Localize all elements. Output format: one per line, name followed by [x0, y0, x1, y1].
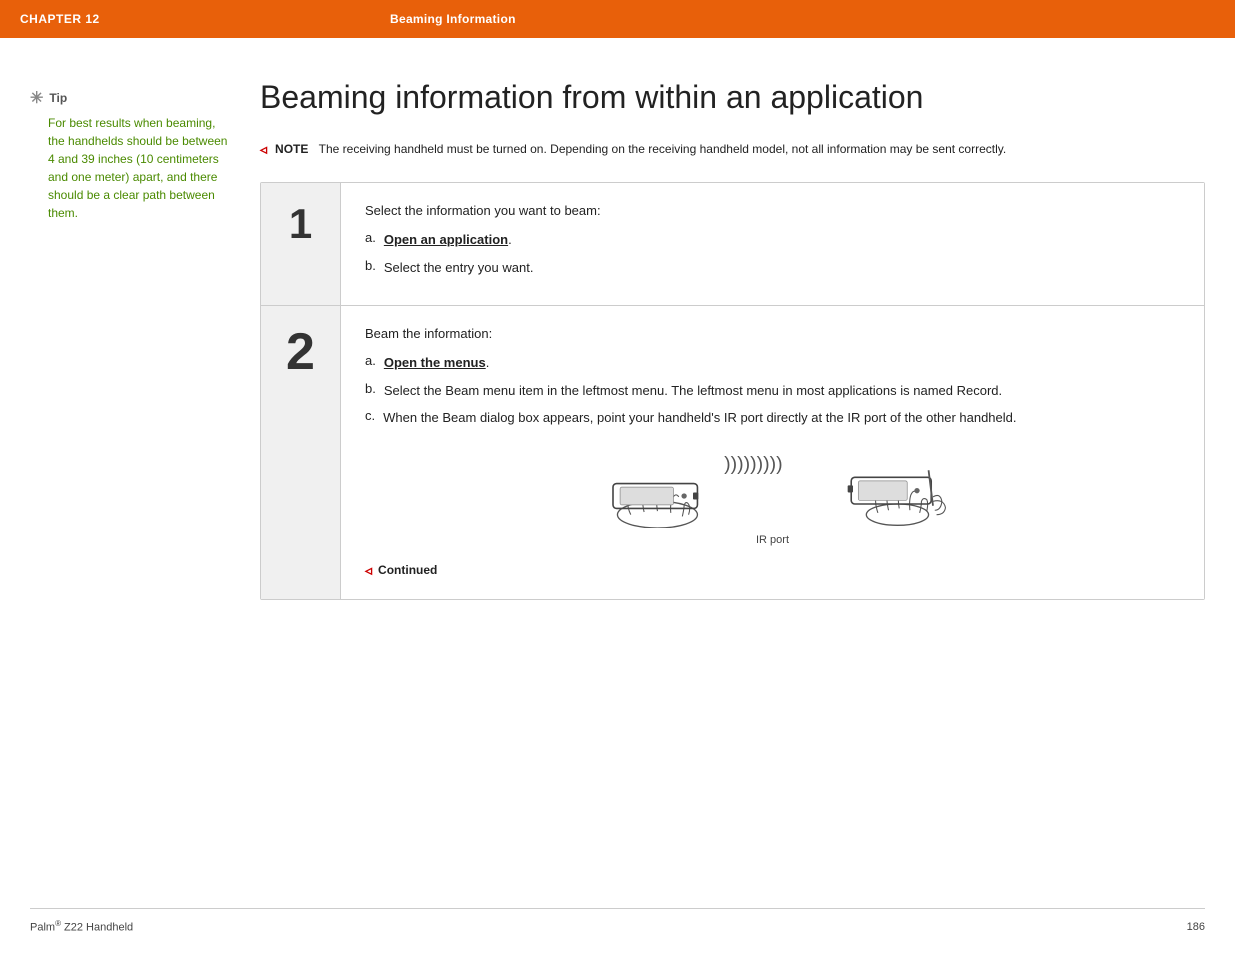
step-2-main-text: Beam the information:: [365, 326, 1180, 341]
page-heading: Beaming information from within an appli…: [260, 78, 1205, 116]
open-application-link[interactable]: Open an application: [384, 232, 508, 247]
continued-note: ◃ Continued: [365, 562, 1180, 579]
step-1-number: 1: [261, 183, 341, 305]
tip-container: ✳ Tip For best results when beaming, the…: [30, 88, 230, 222]
note-label: NOTE: [275, 142, 308, 156]
header-bar: CHAPTER 12 Beaming Information: [0, 0, 1235, 38]
footer: Palm® Z22 Handheld 186: [30, 908, 1205, 934]
step-2-content: Beam the information: a. Open the menus.…: [341, 306, 1204, 599]
continued-text: Continued: [378, 563, 437, 577]
step-1-text-b: Select the entry you want.: [384, 258, 534, 278]
note-content: NOTE The receiving handheld must be turn…: [275, 140, 1006, 158]
step-2-sub-b: b. Select the Beam menu item in the left…: [365, 381, 1180, 401]
step-1-text-a: Open an application.: [384, 230, 512, 250]
continued-icon: ◃: [365, 562, 372, 579]
header-section-title: Beaming Information: [390, 12, 516, 26]
steps-container: 1 Select the information you want to bea…: [260, 182, 1205, 600]
step-1-sub-b: b. Select the entry you want.: [365, 258, 1180, 278]
step-1-label-a: a.: [365, 230, 376, 245]
step-1: 1 Select the information you want to bea…: [261, 183, 1204, 306]
note-text: The receiving handheld must be turned on…: [312, 142, 1006, 156]
note-box: ◃ NOTE The receiving handheld must be tu…: [260, 140, 1205, 158]
main-layout: ✳ Tip For best results when beaming, the…: [0, 38, 1235, 660]
step-2: 2 Beam the information: a. Open the menu…: [261, 306, 1204, 599]
ir-drawing: ))))))))): [583, 448, 963, 528]
sidebar: ✳ Tip For best results when beaming, the…: [30, 78, 230, 600]
ir-illustration: ))))))))): [365, 448, 1180, 546]
step-2-label-a: a.: [365, 353, 376, 368]
content-area: Beaming information from within an appli…: [230, 78, 1205, 600]
registered-mark: ®: [55, 919, 61, 928]
step-2-sub-a: a. Open the menus.: [365, 353, 1180, 373]
svg-text:))))))))): ))))))))): [724, 453, 783, 475]
handheld-beaming-svg: ))))))))): [583, 448, 963, 528]
step-2-num-text: 2: [286, 326, 315, 378]
tip-header: ✳ Tip: [30, 88, 230, 108]
tip-asterisk-icon: ✳: [30, 88, 43, 108]
tip-label: Tip: [49, 91, 67, 105]
step-1-label-b: b.: [365, 258, 376, 273]
ir-label: IR port: [756, 534, 789, 546]
note-icon: ◃: [260, 141, 267, 158]
step-2-text-c: When the Beam dialog box appears, point …: [383, 408, 1016, 428]
open-menus-link[interactable]: Open the menus: [384, 355, 486, 370]
step-2-sub-c: c. When the Beam dialog box appears, poi…: [365, 408, 1180, 428]
step-1-content: Select the information you want to beam:…: [341, 183, 1204, 305]
step-2-text-b: Select the Beam menu item in the leftmos…: [384, 381, 1002, 401]
step-2-number: 2: [261, 306, 341, 599]
tip-text: For best results when beaming, the handh…: [30, 114, 230, 222]
step-2-label-b: b.: [365, 381, 376, 396]
step-2-label-c: c.: [365, 408, 375, 423]
step-1-main-text: Select the information you want to beam:: [365, 203, 1180, 218]
step-1-sub-a: a. Open an application.: [365, 230, 1180, 250]
header-chapter: CHAPTER 12: [20, 12, 390, 26]
step-2-text-a: Open the menus.: [384, 353, 489, 373]
footer-left: Palm® Z22 Handheld: [30, 919, 133, 934]
step-1-num-text: 1: [289, 203, 312, 245]
footer-page-number: 186: [1187, 921, 1205, 933]
